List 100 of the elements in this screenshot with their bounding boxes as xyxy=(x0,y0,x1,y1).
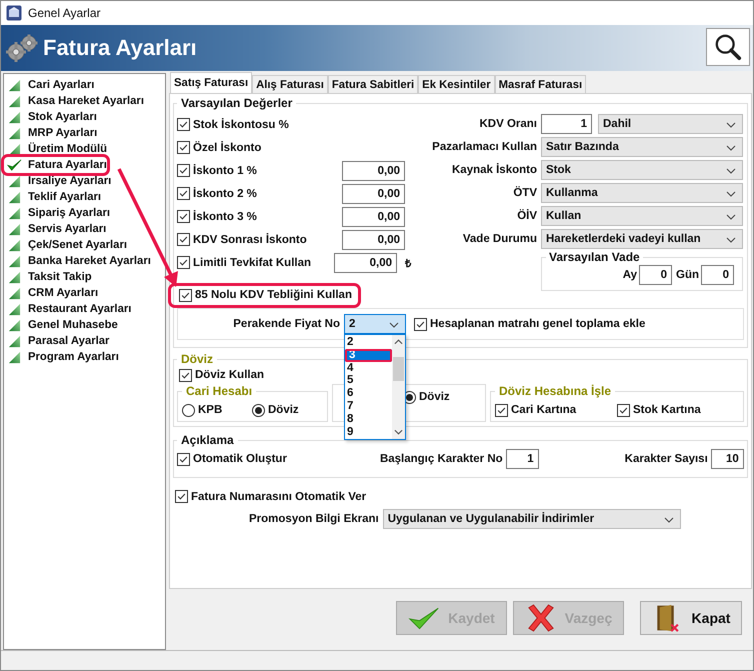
dropdown-option[interactable]: 4 xyxy=(345,362,392,374)
group-title: Döviz xyxy=(180,352,214,366)
radio-button[interactable] xyxy=(182,404,195,416)
scroll-up-icon[interactable] xyxy=(394,339,403,345)
menu-item[interactable]: Servis Ayarları xyxy=(4,221,106,237)
menu-item[interactable]: Stok Ayarları xyxy=(4,109,97,125)
tab[interactable]: Fatura Sabitleri xyxy=(328,75,418,93)
checkbox-label: İskonto 3 % xyxy=(193,210,258,222)
dropdown-option[interactable]: 6 xyxy=(345,387,392,400)
chevron-icon xyxy=(726,214,736,220)
number-field[interactable]: 0,00 xyxy=(342,160,405,180)
checkbox[interactable] xyxy=(177,164,190,177)
scrollbar[interactable] xyxy=(392,335,405,439)
dropdown[interactable]: Hareketlerdeki vadeyi kullan xyxy=(541,228,743,248)
number-field[interactable]: 1 xyxy=(541,114,592,134)
tab[interactable]: Ek Kesintiler xyxy=(418,75,495,93)
number-field[interactable]: 10 xyxy=(710,449,744,469)
group-title: Varsayılan Vade xyxy=(548,250,641,264)
checkbox[interactable] xyxy=(177,118,190,131)
checkbox-label: Stok Kartına xyxy=(633,404,701,416)
radio-label: KPB xyxy=(198,404,222,416)
chevron-icon xyxy=(726,122,736,128)
number-field[interactable]: 1 xyxy=(506,449,539,469)
dropdown[interactable]: 2 xyxy=(344,314,406,334)
radio-label: Döviz xyxy=(268,404,299,416)
menu-item[interactable]: Restaurant Ayarları xyxy=(4,301,132,317)
dropdown-option[interactable]: 8 xyxy=(345,412,392,426)
tab[interactable]: Masraf Faturası xyxy=(494,75,586,93)
checkbox[interactable] xyxy=(177,452,190,466)
checkbox[interactable] xyxy=(177,187,190,200)
radio-button[interactable] xyxy=(252,404,265,416)
menu-item[interactable]: Teklif Ayarları xyxy=(4,189,102,205)
menu-item[interactable]: Banka Hareket Ayarları xyxy=(4,253,151,269)
close-button[interactable]: Kapat xyxy=(640,601,742,635)
menu-item[interactable]: CRM Ayarları xyxy=(4,285,98,301)
checkbox-label: Fatura Numarasını Otomatik Ver xyxy=(191,490,366,502)
search-button[interactable] xyxy=(706,28,750,66)
menu-item[interactable]: Sipariş Ayarları xyxy=(4,205,110,221)
menu-item[interactable]: Cari Ayarları xyxy=(4,77,94,93)
dropdown-option[interactable]: 9 xyxy=(345,426,392,438)
menu-item[interactable]: Taksit Takip xyxy=(4,269,92,285)
dropdown[interactable]: Dahil xyxy=(598,114,743,134)
triangle-icon xyxy=(7,206,22,220)
chevron-icon xyxy=(726,190,736,196)
checkbox-label: Limitli Tevkifat Kullan xyxy=(193,256,312,268)
number-field[interactable]: 0 xyxy=(639,265,672,285)
checkbox-label: Hesaplanan matrahı genel toplama ekle xyxy=(430,318,646,330)
radio-label: Döviz xyxy=(419,391,450,403)
dropdown-option[interactable]: 5 xyxy=(345,374,392,388)
number-field[interactable]: 0,00 xyxy=(342,206,405,226)
triangle-icon xyxy=(7,78,22,92)
triangle-icon xyxy=(7,174,22,188)
triangle-icon xyxy=(7,318,22,332)
dropdown-option[interactable]: 7 xyxy=(345,400,392,413)
triangle-icon xyxy=(7,94,22,108)
chevron-icon xyxy=(664,517,674,523)
checkbox[interactable] xyxy=(177,141,190,154)
chevron-icon xyxy=(389,322,399,328)
checkbox-label: Otomatik Oluştur xyxy=(193,453,287,465)
number-field[interactable]: 0,00 xyxy=(342,230,405,250)
scroll-down-icon[interactable] xyxy=(394,429,403,435)
field-label: ÖİV xyxy=(516,210,538,222)
number-field[interactable]: 0,00 xyxy=(342,184,405,204)
menu-item[interactable]: Çek/Senet Ayarları xyxy=(4,237,128,253)
dropdown[interactable]: Kullan xyxy=(541,206,743,226)
menu-item[interactable]: Fatura Ayarları xyxy=(4,157,107,173)
menu-item[interactable]: Program Ayarları xyxy=(4,349,119,365)
field-label: Perakende Fiyat No xyxy=(232,318,341,330)
menu-item[interactable]: Üretim Modülü xyxy=(4,141,108,157)
dropdown[interactable]: Uygulanan ve Uygulanabilir İndirimler xyxy=(382,509,681,529)
tab[interactable]: Alış Faturası xyxy=(252,75,328,93)
menu-item[interactable]: Kasa Hareket Ayarları xyxy=(4,93,144,109)
app-icon xyxy=(6,5,22,21)
menu-item[interactable]: Genel Muhasebe xyxy=(4,317,118,333)
number-field[interactable]: 0 xyxy=(701,265,734,285)
menu-item[interactable]: Parasal Ayarlar xyxy=(4,333,110,349)
checkbox[interactable] xyxy=(179,368,192,382)
tab[interactable]: Satış Faturası xyxy=(170,72,252,93)
dropdown[interactable]: Kullanma xyxy=(541,182,743,202)
group-title: Varsayılan Değerler xyxy=(180,96,294,110)
menu-item[interactable]: Irsaliye Ayarları xyxy=(4,173,112,189)
checkbox-label: Döviz Kullan xyxy=(195,369,264,381)
checkbox[interactable] xyxy=(177,256,190,269)
group-title: Cari Hesabı xyxy=(185,384,254,398)
checkbox[interactable] xyxy=(495,404,508,416)
dropdown[interactable]: Satır Bazında xyxy=(541,136,743,156)
checkbox[interactable] xyxy=(414,318,427,330)
checkbox-label: Cari Kartına xyxy=(511,404,576,416)
gears-icon xyxy=(5,33,39,63)
checkbox[interactable] xyxy=(617,404,630,416)
menu-item[interactable]: MRP Ayarları xyxy=(4,125,98,141)
currency-symbol: ₺ xyxy=(405,257,411,270)
scroll-thumb[interactable] xyxy=(393,357,404,381)
dropdown[interactable]: Stok xyxy=(541,160,743,180)
number-field[interactable]: 0,00 xyxy=(334,252,397,272)
checkbox[interactable] xyxy=(175,490,188,503)
checkbox[interactable] xyxy=(177,210,190,223)
checkbox[interactable] xyxy=(177,233,190,246)
dropdown-option[interactable]: 2 xyxy=(345,336,392,349)
checkbox[interactable] xyxy=(179,288,192,302)
